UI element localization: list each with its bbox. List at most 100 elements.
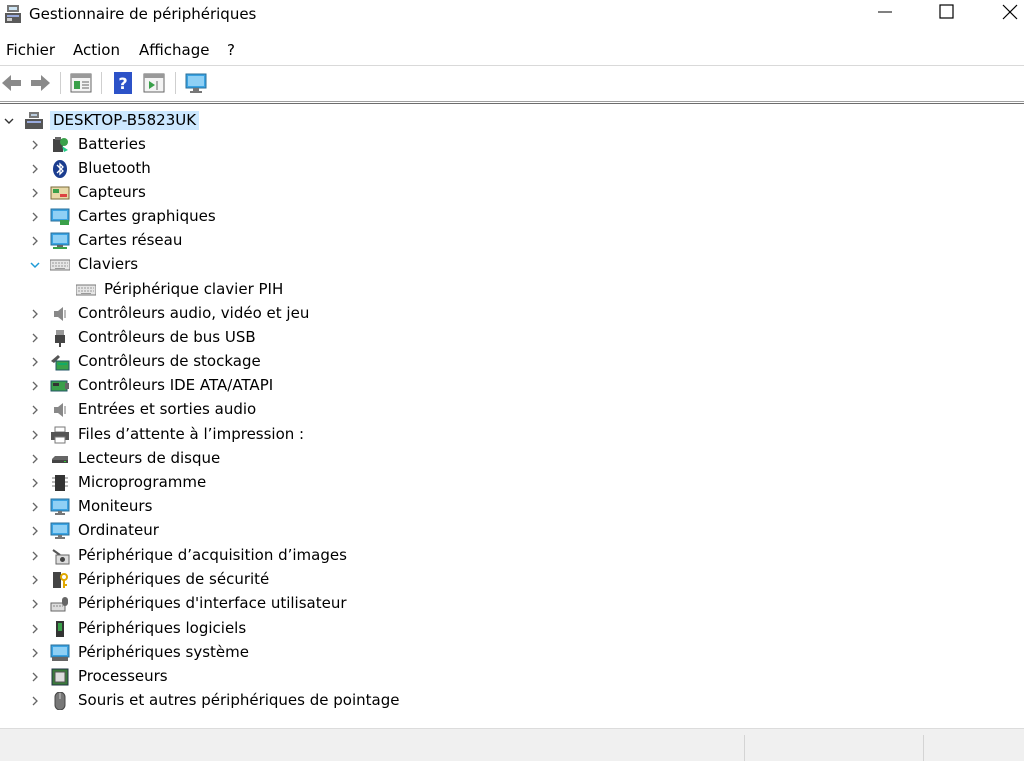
tree-root-label: DESKTOP-B5823UK — [50, 111, 200, 130]
usb-icon — [55, 330, 65, 347]
title-bar: Gestionnaire de périphériques — [0, 0, 1024, 31]
tree-item-interface-utilisateur[interactable]: Périphériques d'interface utilisateur — [0, 592, 1024, 616]
toolbar-separator — [60, 72, 61, 94]
tree-item-processeurs[interactable]: Processeurs — [0, 665, 1024, 689]
chevron-right-icon[interactable] — [29, 453, 41, 465]
mouse-icon — [54, 692, 66, 710]
tree-item-moniteurs[interactable]: Moniteurs — [0, 495, 1024, 519]
chevron-right-icon[interactable] — [29, 332, 41, 344]
tree-item-label: Files d’attente à l’impression : — [78, 425, 305, 443]
chevron-right-icon[interactable] — [29, 429, 41, 441]
chevron-right-icon[interactable] — [29, 163, 41, 175]
tree-item-label: Souris et autres périphériques de pointa… — [78, 691, 400, 709]
tree-item-microprogramme[interactable]: Microprogramme — [0, 471, 1024, 495]
tree-item-label: Périphériques système — [78, 643, 249, 661]
maximize-button[interactable] — [923, 0, 969, 31]
help-icon[interactable]: ? — [111, 71, 135, 95]
chevron-right-icon[interactable] — [29, 623, 41, 635]
tree-item-ordinateur[interactable]: Ordinateur — [0, 519, 1024, 543]
forward-arrow-icon[interactable] — [28, 71, 52, 95]
tree-item-cartes-graphiques[interactable]: Cartes graphiques — [0, 205, 1024, 229]
chevron-right-icon[interactable] — [29, 477, 41, 489]
chevron-right-icon[interactable] — [29, 647, 41, 659]
battery-icon — [53, 137, 68, 152]
chevron-right-icon[interactable] — [29, 525, 41, 537]
chevron-right-icon[interactable] — [29, 671, 41, 683]
tree-item-bluetooth[interactable]: Bluetooth — [0, 157, 1024, 181]
tree-item-capteurs[interactable]: Capteurs — [0, 181, 1024, 205]
tree-item-systeme[interactable]: Périphériques système — [0, 641, 1024, 665]
status-separator — [923, 735, 924, 761]
tree-item-label: Capteurs — [78, 183, 146, 201]
tree-item-controleurs-audio[interactable]: Contrôleurs audio, vidéo et jeu — [0, 302, 1024, 326]
tree-item-label: Périphérique d’acquisition d’images — [78, 546, 347, 564]
sensor-icon — [50, 186, 70, 200]
disk-drive-icon — [52, 456, 68, 463]
tree-child-keyboard-device[interactable]: Périphérique clavier PIH — [0, 278, 1024, 302]
chevron-right-icon[interactable] — [29, 356, 41, 368]
content-border — [0, 103, 1024, 104]
display-adapter-icon — [50, 208, 70, 225]
tree-item-souris[interactable]: Souris et autres périphériques de pointa… — [0, 689, 1024, 713]
tree-item-label: Lecteurs de disque — [78, 449, 221, 467]
chevron-right-icon[interactable] — [29, 211, 41, 223]
tree-item-controleurs-ide[interactable]: Contrôleurs IDE ATA/ATAPI — [0, 374, 1024, 398]
chevron-right-icon[interactable] — [29, 598, 41, 610]
menu-help[interactable]: ? — [227, 41, 235, 59]
tree-item-files-attente[interactable]: Files d’attente à l’impression : — [0, 423, 1024, 447]
chevron-right-icon[interactable] — [29, 308, 41, 320]
tree-root[interactable]: DESKTOP-B5823UK — [0, 109, 1024, 133]
tree-item-claviers[interactable]: Claviers — [0, 253, 1024, 277]
security-key-icon — [53, 572, 68, 588]
minimize-button[interactable] — [862, 0, 908, 31]
tree-item-acquisition-images[interactable]: Périphérique d’acquisition d’images — [0, 544, 1024, 568]
window-title: Gestionnaire de périphériques — [29, 5, 257, 23]
chevron-right-icon[interactable] — [29, 404, 41, 416]
chevron-right-icon[interactable] — [29, 550, 41, 562]
tree-item-label: Bluetooth — [78, 159, 151, 177]
chevron-right-icon[interactable] — [29, 695, 41, 707]
tree-item-label: Périphériques de sécurité — [78, 570, 270, 588]
chevron-right-icon[interactable] — [29, 501, 41, 513]
network-adapter-icon — [50, 232, 70, 249]
toolbar-separator — [101, 72, 102, 94]
chevron-right-icon[interactable] — [29, 139, 41, 151]
chevron-right-icon[interactable] — [29, 235, 41, 247]
toolbar-separator — [175, 72, 176, 94]
monitor-scan-icon[interactable] — [184, 71, 208, 95]
chevron-right-icon[interactable] — [29, 574, 41, 586]
toolbar-border — [0, 101, 1024, 102]
tree-item-controleurs-usb[interactable]: Contrôleurs de bus USB — [0, 326, 1024, 350]
tree-item-lecteurs-disque[interactable]: Lecteurs de disque — [0, 447, 1024, 471]
tree-item-label: Cartes graphiques — [78, 207, 216, 225]
tree-item-controleurs-stockage[interactable]: Contrôleurs de stockage — [0, 350, 1024, 374]
tree-item-batteries[interactable]: Batteries — [0, 133, 1024, 157]
tree-item-label: Ordinateur — [78, 521, 159, 539]
chevron-right-icon[interactable] — [29, 187, 41, 199]
system-device-icon — [50, 644, 70, 661]
tree-item-securite[interactable]: Périphériques de sécurité — [0, 568, 1024, 592]
device-tree: DESKTOP-B5823UK Batteries Bluetooth Capt… — [0, 106, 1024, 726]
keyboard-icon — [76, 284, 96, 296]
menu-fichier[interactable]: Fichier — [6, 41, 55, 59]
menu-bar: Fichier Action Affichage ? — [0, 38, 1024, 64]
close-button[interactable] — [986, 0, 1024, 31]
chevron-down-icon[interactable] — [3, 115, 15, 127]
speaker-icon — [54, 307, 66, 321]
toolbar: ? — [0, 66, 1024, 99]
chevron-down-icon[interactable] — [29, 259, 41, 271]
back-arrow-icon[interactable] — [0, 71, 24, 95]
chevron-right-icon[interactable] — [29, 380, 41, 392]
action-pane-icon[interactable] — [142, 71, 166, 95]
monitor-icon — [50, 498, 70, 515]
menu-action[interactable]: Action — [73, 41, 120, 59]
printer-icon — [51, 426, 69, 444]
tree-item-logiciels[interactable]: Périphériques logiciels — [0, 617, 1024, 641]
tree-item-label: Entrées et sorties audio — [78, 400, 257, 418]
speaker-icon — [54, 403, 66, 417]
tree-item-entrees-sorties-audio[interactable]: Entrées et sorties audio — [0, 398, 1024, 422]
menu-affichage[interactable]: Affichage — [139, 41, 209, 59]
computer-icon — [50, 522, 70, 539]
tree-item-cartes-reseau[interactable]: Cartes réseau — [0, 229, 1024, 253]
properties-icon[interactable] — [69, 71, 93, 95]
